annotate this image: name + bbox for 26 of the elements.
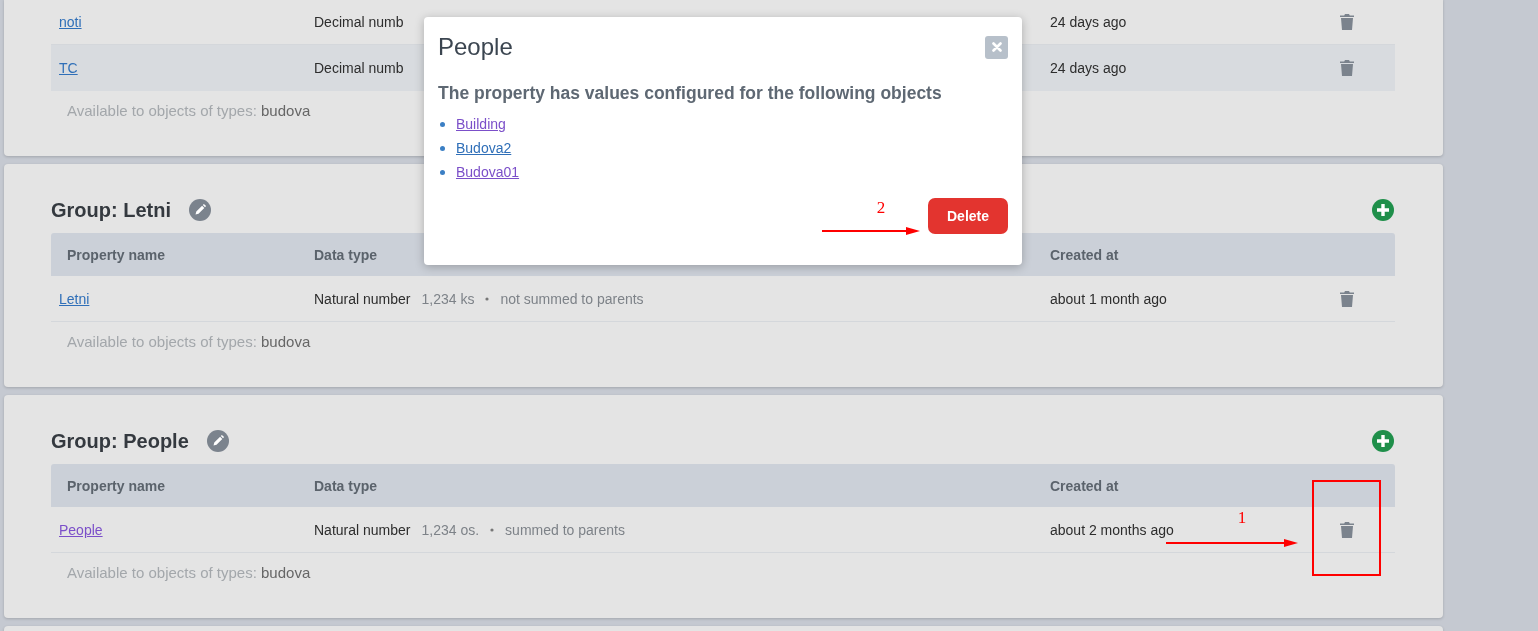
example-value: 1,234 os. [421,521,480,538]
availability-note: Available to objects of types: budova [66,563,312,583]
column-header: Created at [1050,477,1119,494]
column-header: Data type [314,477,378,494]
group-title: Group: People [51,429,189,453]
annotation-number: 1 [1237,508,1247,528]
created-date: about 1 month ago [1050,290,1167,307]
created-date: 24 days ago [1050,59,1127,76]
example-value: 1,234 ks [421,290,475,307]
column-header: Property name [66,246,166,263]
dialog-message: The property has values configured for the following objects [438,83,943,104]
summing-note: not summed to parents [500,290,644,307]
created-date: about 2 months ago [1050,521,1174,538]
created-date: 24 days ago [1050,13,1127,30]
column-header: Created at [1050,246,1119,263]
data-type: Decimal numb [314,13,404,30]
group-title: Group: Letni [51,198,171,222]
column-header: Property name [66,477,166,494]
availability-note: Available to objects of types: budova [66,101,312,121]
data-type: Decimal numb [314,59,404,76]
column-header: Data type [314,246,378,263]
data-type: Natural number [314,290,411,307]
data-type: Natural number [314,521,411,538]
annotation-number: 2 [876,198,886,218]
availability-note: Available to objects of types: budova [66,332,312,352]
summing-note: summed to parents [505,521,625,538]
